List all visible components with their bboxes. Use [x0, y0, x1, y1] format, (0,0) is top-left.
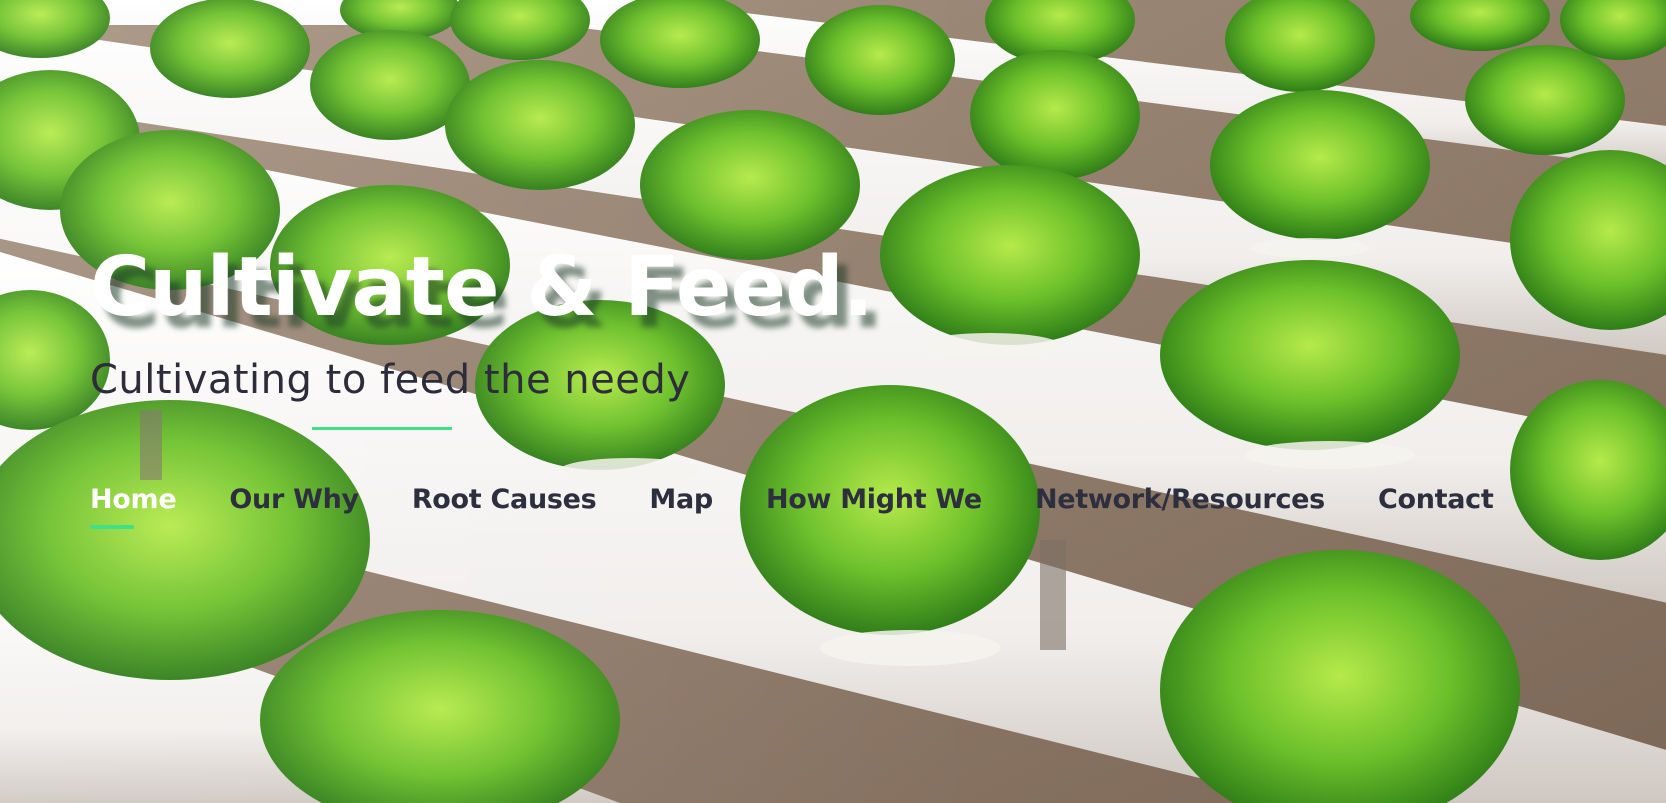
- nav-item-home[interactable]: Home: [90, 482, 177, 529]
- nav-item-label: Map: [649, 484, 713, 515]
- nav-item-label: Our Why: [229, 484, 359, 515]
- nav-item-label: Network/Resources: [1034, 484, 1325, 515]
- nav-item-root-causes[interactable]: Root Causes: [412, 482, 597, 518]
- hero-content: Cultivate & Feed. Cultivating to feed th…: [90, 240, 1590, 430]
- main-nav: Home Our Why Root Causes Map How Might W…: [90, 482, 1546, 529]
- nav-item-label: Root Causes: [411, 484, 597, 515]
- nav-item-map[interactable]: Map: [649, 482, 713, 518]
- nav-item-label: Contact: [1377, 484, 1494, 515]
- subtitle-accent-underline: [312, 427, 452, 430]
- nav-active-underline: [90, 525, 134, 529]
- hero-title: Cultivate & Feed.: [90, 240, 874, 335]
- nav-item-network-resources[interactable]: Network/Resources: [1035, 482, 1325, 518]
- hero-subtitle: Cultivating to feed the needy: [90, 357, 691, 403]
- nav-item-label: Home: [90, 484, 177, 515]
- nav-item-label: How Might We: [765, 484, 982, 515]
- hero-section: Cultivate & Feed. Cultivating to feed th…: [0, 0, 1666, 803]
- nav-item-our-why[interactable]: Our Why: [229, 482, 359, 518]
- nav-item-how-might-we[interactable]: How Might We: [766, 482, 982, 518]
- nav-item-contact[interactable]: Contact: [1378, 482, 1494, 518]
